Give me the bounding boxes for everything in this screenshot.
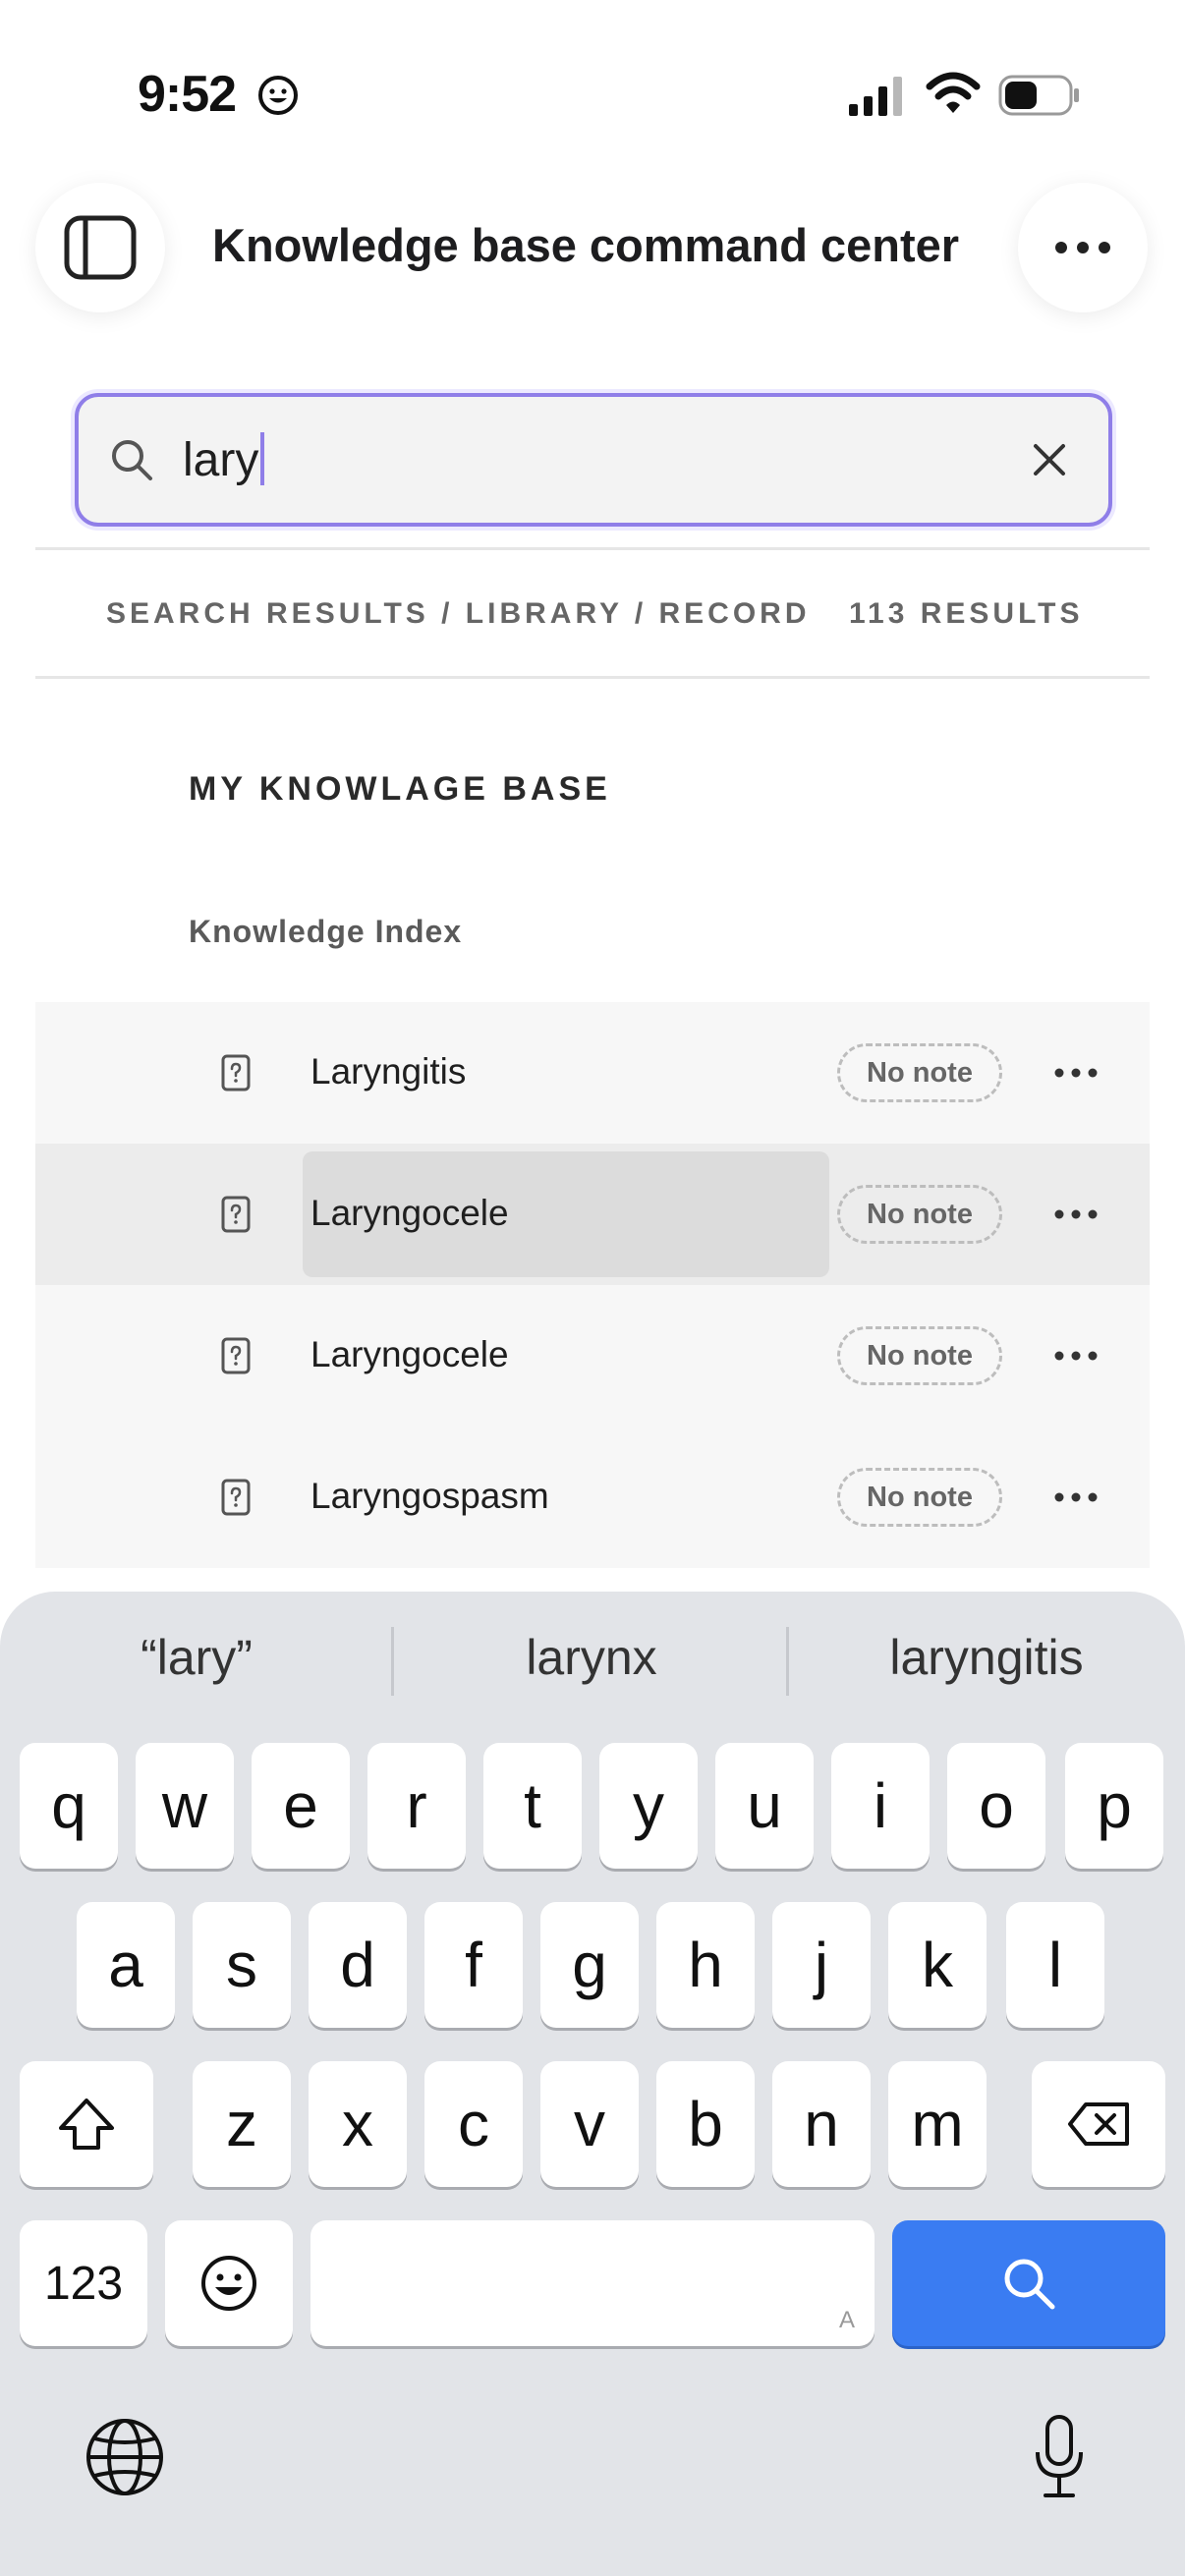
list-item-label: Laryngitis	[310, 1051, 467, 1092]
backspace-key[interactable]	[1032, 2061, 1165, 2187]
space-key[interactable]: A	[310, 2220, 875, 2346]
search-icon	[112, 440, 152, 480]
no-note-badge[interactable]: No note	[837, 1468, 1002, 1527]
status-bar: 9:52	[0, 0, 1185, 187]
list-item[interactable]: Laryngospasm No note	[35, 1427, 1150, 1568]
no-note-badge[interactable]: No note	[837, 1326, 1002, 1385]
key-h[interactable]: h	[656, 1902, 755, 2028]
search-input[interactable]: lary	[183, 432, 265, 488]
status-time: 9:52	[138, 66, 237, 123]
key-s[interactable]: s	[193, 1902, 291, 2028]
section-title: MY KNOWLAGE BASE	[189, 770, 611, 808]
key-d[interactable]: d	[309, 1902, 407, 2028]
shift-icon	[59, 2099, 114, 2150]
search-key[interactable]	[892, 2220, 1165, 2346]
key-r[interactable]: r	[367, 1743, 466, 1869]
list-item-label: Laryngocele	[310, 1334, 509, 1374]
search-input-value: lary	[183, 434, 259, 486]
on-screen-keyboard: “lary” larynx laryngitis q w e r t y u i…	[0, 1592, 1185, 2576]
key-o[interactable]: o	[947, 1743, 1045, 1869]
key-t[interactable]: t	[483, 1743, 582, 1869]
microphone-icon[interactable]	[1030, 2413, 1089, 2501]
space-key-hint: A	[838, 2307, 855, 2333]
document-question-icon	[221, 1337, 251, 1374]
emoji-key[interactable]	[165, 2220, 293, 2346]
clear-search-icon[interactable]	[1028, 438, 1071, 481]
suggestion-divider	[391, 1627, 394, 1696]
document-question-icon	[221, 1196, 251, 1233]
list-item-label: Laryngospasm	[310, 1476, 549, 1516]
cellular-signal-icon	[849, 77, 902, 116]
divider	[35, 676, 1150, 679]
key-v[interactable]: v	[540, 2061, 639, 2187]
key-f[interactable]: f	[424, 1902, 523, 2028]
breadcrumb: SEARCH RESULTS / LIBRARY / RECORD	[106, 597, 811, 630]
key-i[interactable]: i	[831, 1743, 930, 1869]
ellipsis-icon[interactable]	[1051, 1201, 1100, 1228]
key-m[interactable]: m	[888, 2061, 987, 2187]
key-u[interactable]: u	[715, 1743, 814, 1869]
battery-icon	[998, 75, 1079, 116]
globe-icon[interactable]	[85, 2417, 165, 2497]
key-g[interactable]: g	[540, 1902, 639, 2028]
emoji-icon	[201, 2256, 256, 2311]
key-a[interactable]: a	[77, 1902, 175, 2028]
keyboard-suggestion[interactable]: larynx	[405, 1629, 778, 1686]
key-l[interactable]: l	[1006, 1902, 1104, 2028]
numbers-key[interactable]: 123	[20, 2220, 147, 2346]
results-list: Laryngitis No note Laryngocele No note L…	[35, 1002, 1150, 1568]
keyboard-suggestion[interactable]: laryngitis	[800, 1629, 1173, 1686]
keyboard-suggestion[interactable]: “lary”	[10, 1629, 383, 1686]
key-k[interactable]: k	[888, 1902, 987, 2028]
ellipsis-icon	[1055, 242, 1110, 253]
suggestion-divider	[786, 1627, 789, 1696]
more-options-button[interactable]	[1018, 183, 1148, 312]
key-w[interactable]: w	[136, 1743, 234, 1869]
key-e[interactable]: e	[252, 1743, 350, 1869]
key-c[interactable]: c	[424, 2061, 523, 2187]
shift-key[interactable]	[20, 2061, 153, 2187]
key-x[interactable]: x	[309, 2061, 407, 2187]
key-q[interactable]: q	[20, 1743, 118, 1869]
smiley-icon	[258, 76, 298, 115]
list-item-selected[interactable]: Laryngocele No note	[35, 1144, 1150, 1285]
ellipsis-icon[interactable]	[1051, 1342, 1100, 1370]
no-note-badge[interactable]: No note	[837, 1185, 1002, 1244]
key-n[interactable]: n	[772, 2061, 871, 2187]
ellipsis-icon[interactable]	[1051, 1484, 1100, 1511]
key-y[interactable]: y	[599, 1743, 698, 1869]
key-z[interactable]: z	[193, 2061, 291, 2187]
ellipsis-icon[interactable]	[1051, 1059, 1100, 1087]
results-count: 113 RESULTS	[849, 597, 1084, 630]
key-b[interactable]: b	[656, 2061, 755, 2187]
search-field[interactable]: lary	[75, 393, 1112, 527]
subsection-title: Knowledge Index	[189, 914, 463, 949]
sidebar-icon	[64, 215, 137, 280]
key-j[interactable]: j	[772, 1902, 871, 2028]
document-question-icon	[221, 1479, 251, 1516]
wifi-icon	[926, 72, 981, 113]
page-title: Knowledge base command center	[212, 219, 960, 271]
divider	[35, 547, 1150, 550]
list-item[interactable]: Laryngocele No note	[35, 1285, 1150, 1427]
document-question-icon	[221, 1054, 251, 1092]
no-note-badge[interactable]: No note	[837, 1043, 1002, 1102]
list-item[interactable]: Laryngitis No note	[35, 1002, 1150, 1144]
text-caret	[260, 432, 265, 485]
list-item-label: Laryngocele	[310, 1193, 509, 1233]
key-p[interactable]: p	[1065, 1743, 1163, 1869]
search-icon	[1004, 2259, 1055, 2310]
backspace-icon	[1068, 2102, 1129, 2146]
sidebar-toggle-button[interactable]	[35, 183, 165, 312]
